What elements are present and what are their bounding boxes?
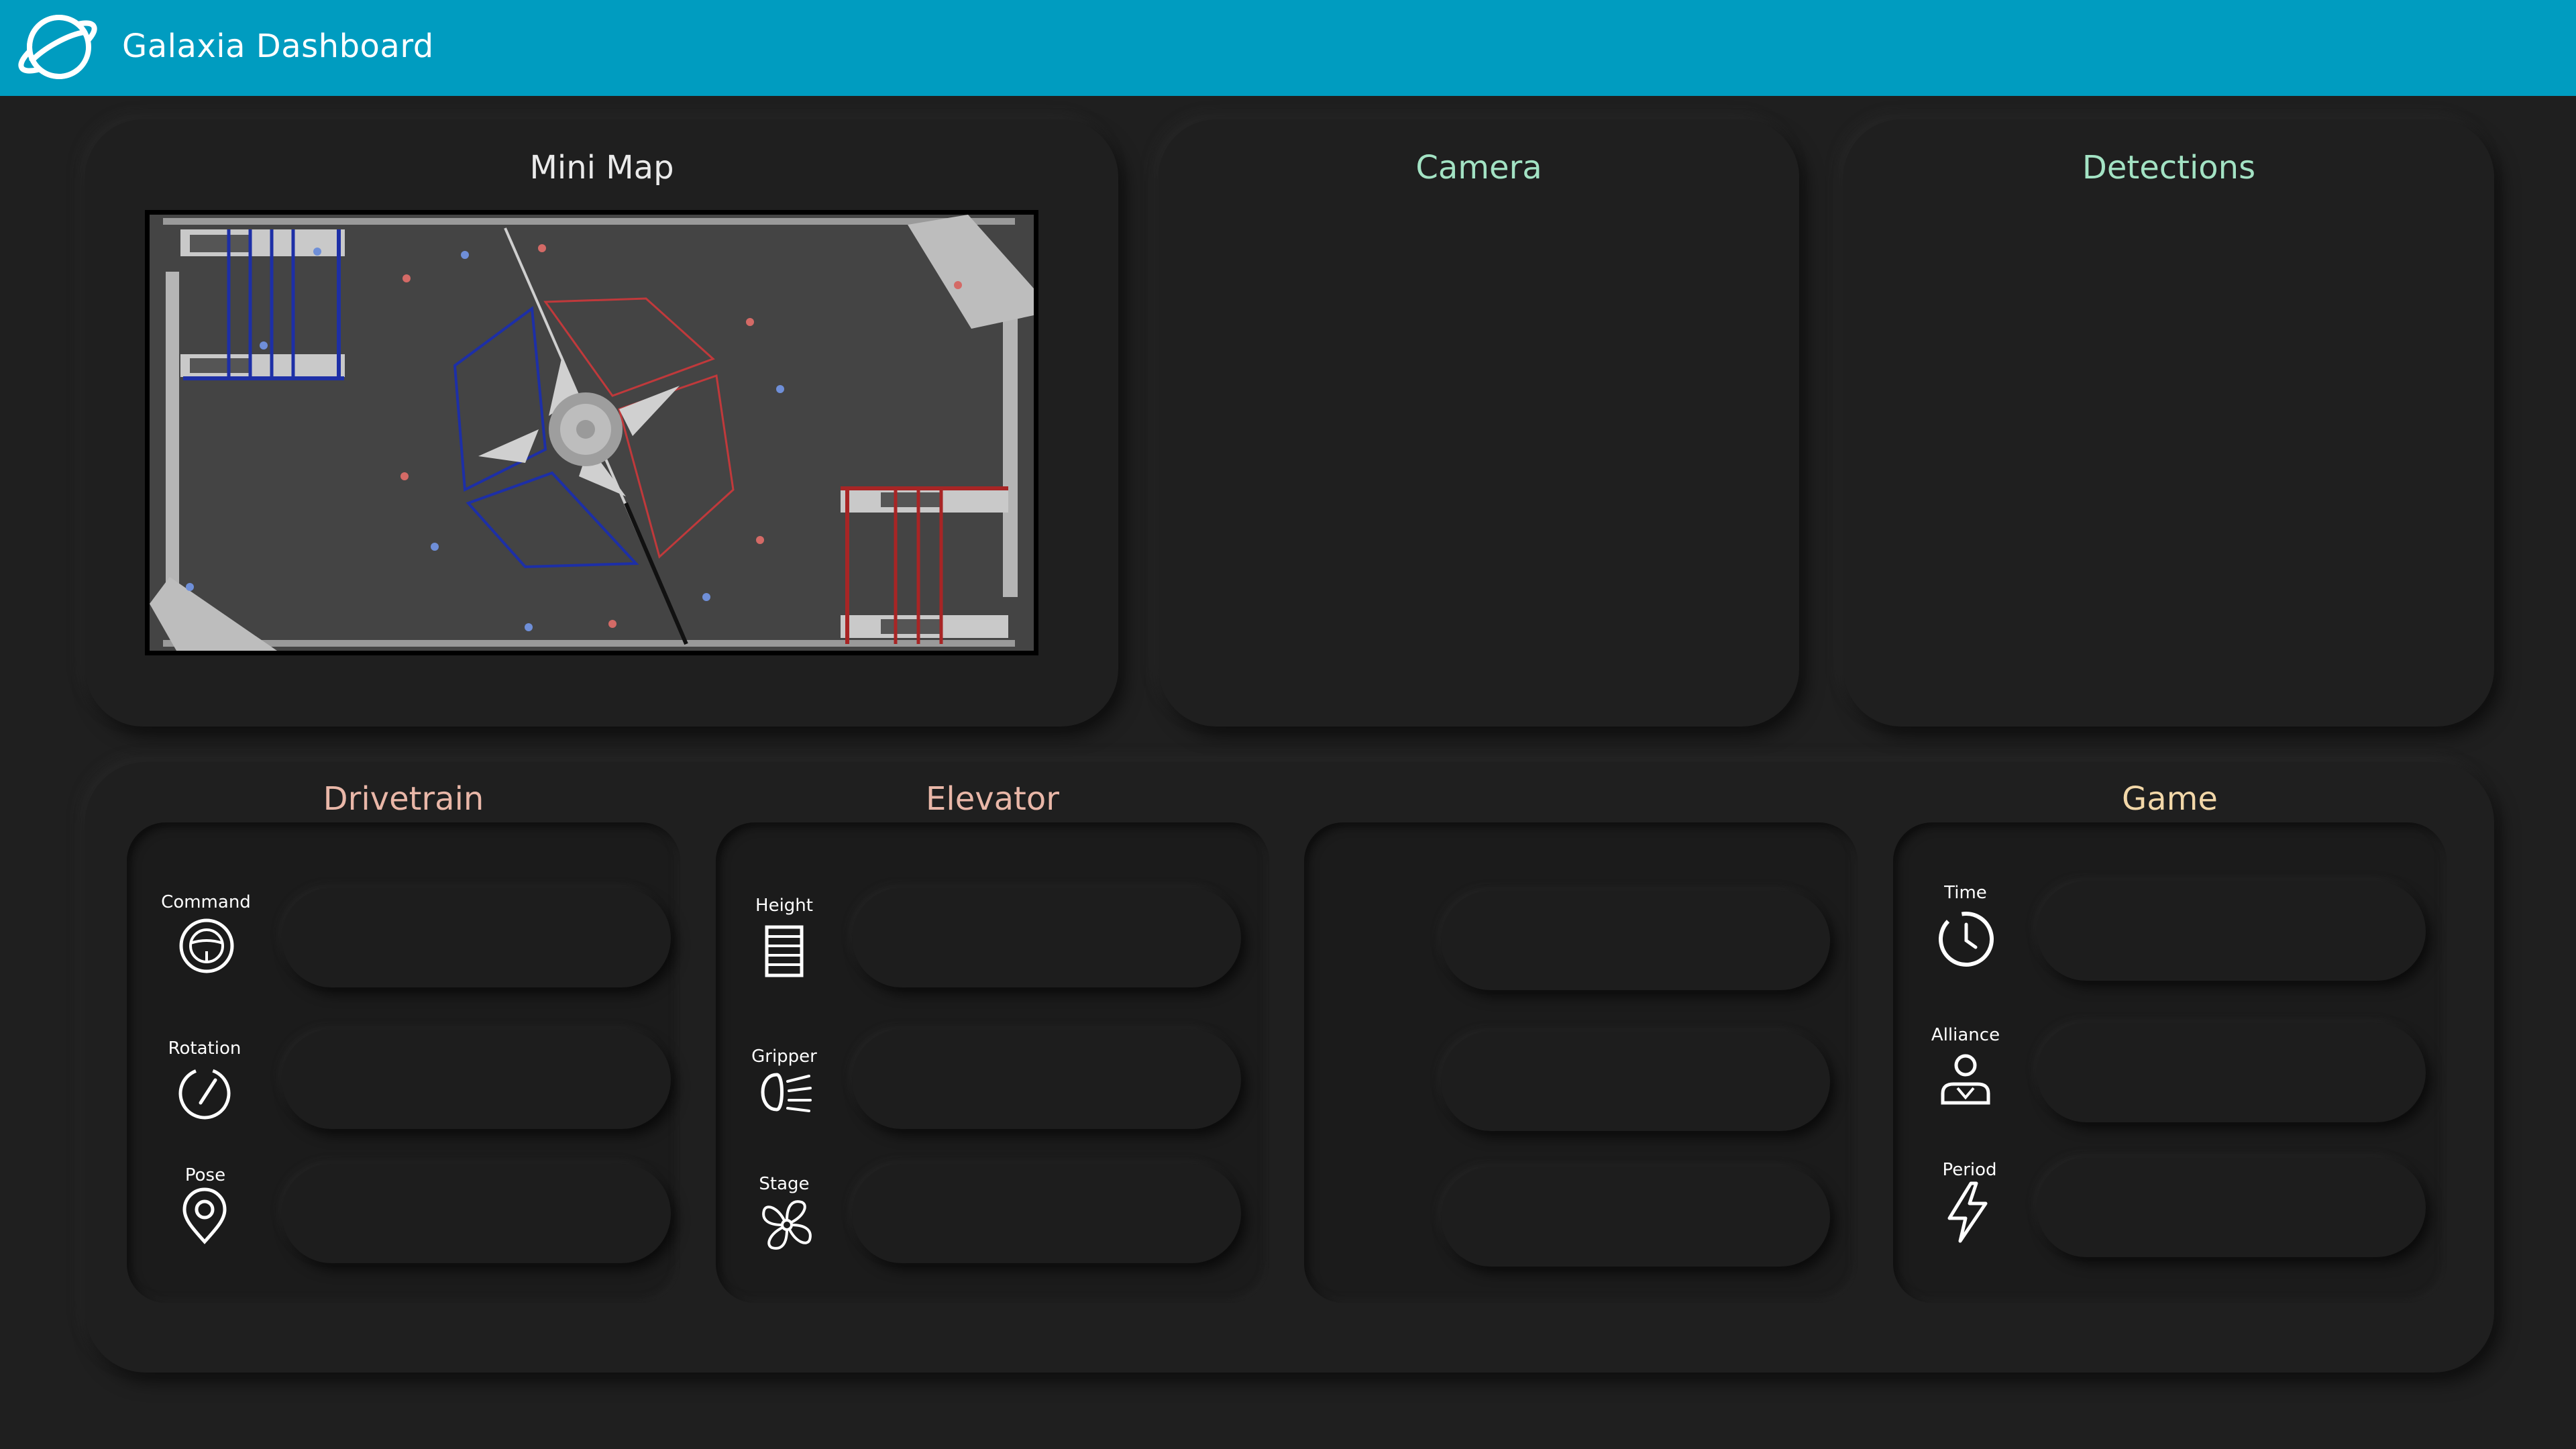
alliance-label: Alliance [1931, 1025, 2000, 1045]
period-label: Period [1942, 1160, 1997, 1180]
field-rail-top [163, 218, 1015, 225]
user-icon [1933, 1046, 1998, 1111]
planet-ring-icon [15, 5, 101, 87]
detections-card: Detections [1843, 119, 2494, 727]
period-value [2037, 1158, 2426, 1257]
drivetrain-title: Drivetrain [323, 780, 484, 818]
height-label: Height [755, 896, 813, 916]
alliance-value [2037, 1023, 2426, 1122]
ladder-icon [752, 919, 816, 983]
field-rail-bottom [163, 640, 1015, 647]
stage-label: Stage [759, 1174, 810, 1194]
time-label: Time [1944, 883, 1987, 903]
pose-value [282, 1164, 671, 1263]
elevator-title: Elevator [926, 780, 1059, 818]
command-label: Command [161, 892, 251, 912]
headlight-icon [751, 1060, 816, 1124]
stage-value [852, 1164, 1241, 1263]
app-header: Galaxia Dashboard [0, 0, 2576, 96]
field-wall-left [166, 272, 179, 594]
unlabeled-value-2 [1441, 1032, 1830, 1131]
camera-card: Camera [1159, 119, 1799, 727]
time-value [2037, 881, 2426, 981]
camera-title: Camera [1415, 149, 1542, 186]
field-minimap[interactable] [145, 210, 1038, 655]
clock-icon [1934, 906, 1998, 970]
detections-title: Detections [2082, 149, 2256, 186]
command-value [282, 888, 671, 987]
gauge-icon [172, 1061, 237, 1126]
field-wall-right [1003, 315, 1018, 597]
rotation-value [282, 1030, 671, 1129]
unlabeled-value-1 [1441, 891, 1830, 990]
location-pin-icon [172, 1184, 237, 1248]
pose-label: Pose [184, 1165, 226, 1185]
fan-icon [755, 1193, 819, 1257]
app-title: Galaxia Dashboard [122, 28, 434, 65]
steering-wheel-icon [174, 914, 239, 978]
unlabeled-value-3 [1441, 1167, 1830, 1267]
height-value [852, 888, 1241, 987]
rotation-label: Rotation [168, 1038, 241, 1059]
gripper-value [852, 1030, 1241, 1129]
game-title: Game [2122, 780, 2218, 818]
minimap-title: Mini Map [529, 149, 674, 186]
lightning-icon [1936, 1179, 2000, 1244]
